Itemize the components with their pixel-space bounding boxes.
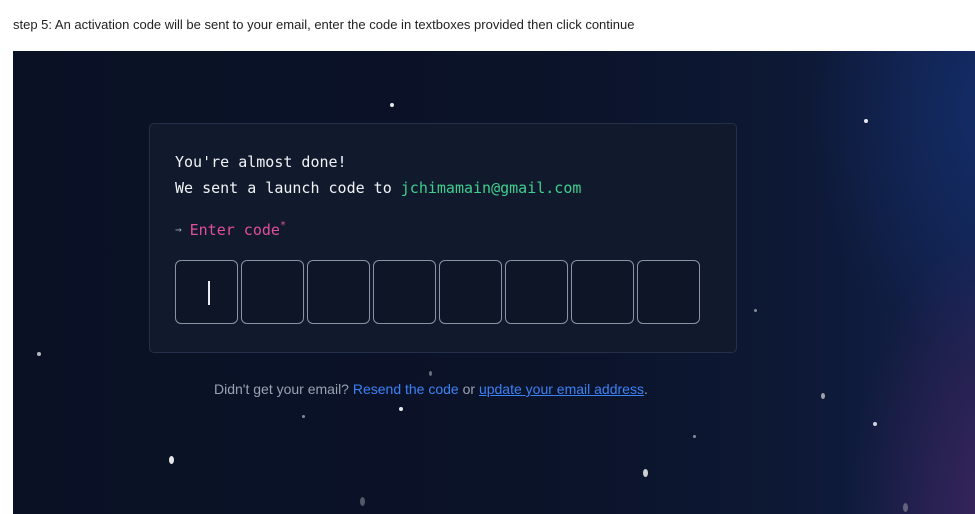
code-digit-input-3[interactable] <box>307 260 370 324</box>
card-heading: You're almost done! <box>175 153 347 171</box>
star-decoration <box>169 456 174 464</box>
code-input-group <box>175 260 700 324</box>
auth-screen: You're almost done! We sent a launch cod… <box>13 51 975 514</box>
update-email-link[interactable]: update your email address <box>479 381 644 397</box>
code-digit-input-4[interactable] <box>373 260 436 324</box>
arrow-right-icon: → <box>175 223 182 236</box>
code-digit-input-7[interactable] <box>571 260 634 324</box>
star-decoration <box>390 103 394 107</box>
star-decoration <box>821 393 825 399</box>
verification-card: You're almost done! We sent a launch cod… <box>149 123 737 353</box>
resend-code-link[interactable]: Resend the code <box>353 381 459 397</box>
code-digit-input-1[interactable] <box>175 260 238 324</box>
star-decoration <box>873 422 877 426</box>
text-caret <box>208 281 210 305</box>
star-decoration <box>754 309 757 312</box>
resend-help-text: Didn't get your email? Resend the code o… <box>214 381 648 397</box>
required-asterisk: * <box>279 220 286 231</box>
star-decoration <box>429 371 432 376</box>
code-digit-input-8[interactable] <box>637 260 700 324</box>
star-decoration <box>693 435 696 438</box>
enter-code-text: Enter code <box>189 221 280 239</box>
star-decoration <box>399 407 403 411</box>
helper-prefix: Didn't get your email? <box>214 381 353 397</box>
star-decoration <box>360 497 365 506</box>
star-decoration <box>903 503 908 512</box>
code-digit-input-5[interactable] <box>439 260 502 324</box>
code-digit-input-6[interactable] <box>505 260 568 324</box>
code-digit-input-2[interactable] <box>241 260 304 324</box>
email-address: jchimamain@gmail.com <box>400 179 582 197</box>
step-caption: step 5: An activation code will be sent … <box>13 17 635 32</box>
star-decoration <box>643 469 648 477</box>
star-decoration <box>37 352 41 356</box>
sent-prefix: We sent a launch code to <box>175 179 401 197</box>
helper-suffix: . <box>643 381 648 397</box>
star-decoration <box>302 415 305 418</box>
enter-code-label: → Enter code* <box>175 220 286 239</box>
star-decoration <box>864 119 868 123</box>
helper-middle: or <box>458 381 479 397</box>
sent-message: We sent a launch code to jchimamain@gmai… <box>175 179 581 197</box>
